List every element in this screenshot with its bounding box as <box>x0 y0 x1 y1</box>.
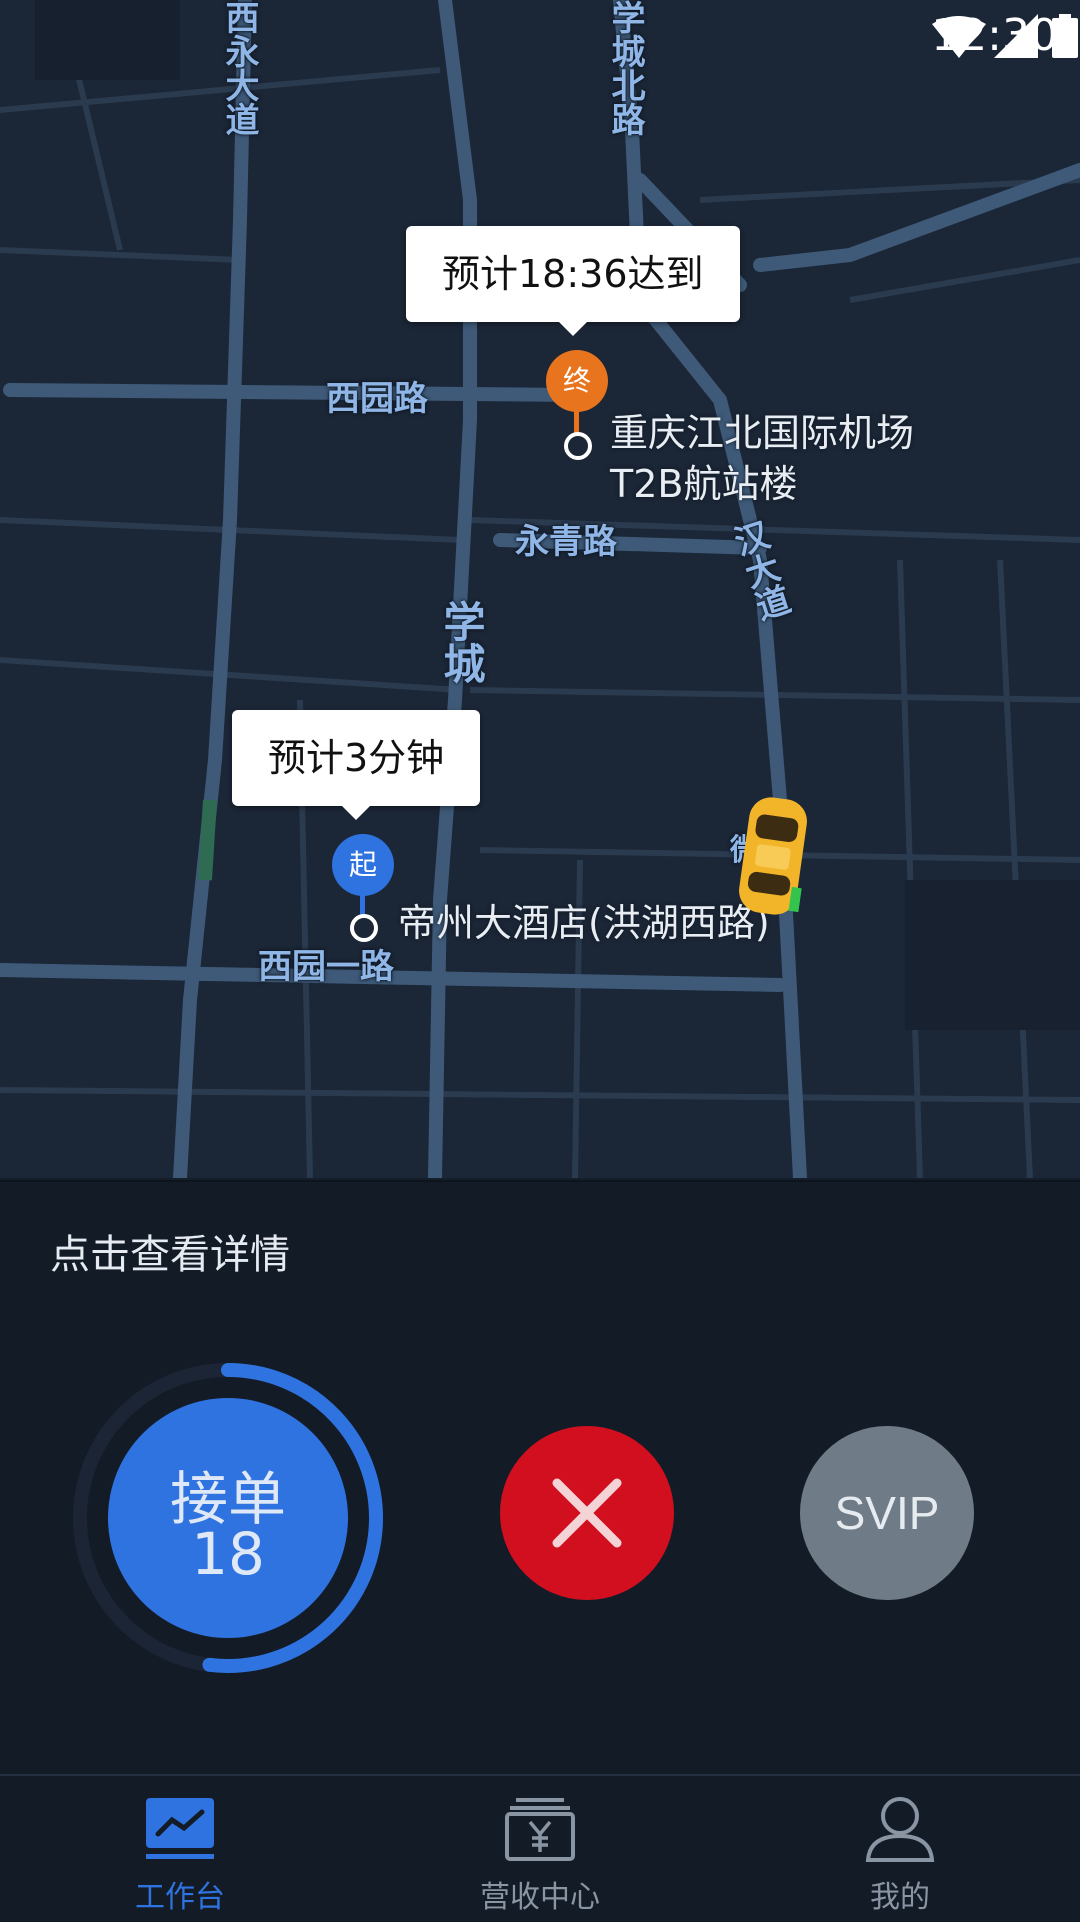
road-label-xiyuan-one: 西园一路 <box>258 947 394 987</box>
destination-pin-badge[interactable]: 终 <box>546 350 608 412</box>
pickup-dot <box>350 914 378 942</box>
pickup-pin-badge[interactable]: 起 <box>332 834 394 896</box>
pickup-name[interactable]: 帝州大酒店(洪湖西路) <box>398 898 770 949</box>
order-actions: 接单 18 SVIP <box>0 1310 1080 1774</box>
close-x-icon <box>552 1478 622 1548</box>
view-details-row[interactable]: 点击查看详情 <box>0 1180 1080 1312</box>
destination-name-line1: 重庆江北国际机场 <box>610 411 915 455</box>
map-view[interactable]: 西永大道 学城北路 西园路 永青路 学城 汉大道 西园一路 微园 预计18:36… <box>0 0 1080 1178</box>
map-roads <box>0 0 1080 1178</box>
tab-profile-label: 我的 <box>870 1880 930 1915</box>
status-time: 12:30 <box>931 10 1058 61</box>
pickup-eta-bubble: 预计3分钟 <box>232 710 481 820</box>
tab-workbench-label: 工作台 <box>135 1880 225 1915</box>
road-label-xiyuan: 西园路 <box>326 379 428 419</box>
destination-name[interactable]: 重庆江北国际机场 T2B航站楼 <box>610 408 914 511</box>
accept-order-button[interactable]: 接单 18 <box>108 1398 348 1638</box>
road-label-xuecheng: 学城 <box>437 600 486 684</box>
profile-person-icon <box>865 1797 935 1862</box>
tab-revenue-label: 营收中心 <box>480 1880 600 1915</box>
bottom-tab-bar: 工作台 营收中心 我的 <box>0 1774 1080 1922</box>
status-bar: 12:30 <box>0 0 1080 72</box>
tab-revenue[interactable]: 营收中心 <box>440 1776 640 1922</box>
svip-button[interactable]: SVIP <box>800 1426 974 1600</box>
view-details-label: 点击查看详情 <box>50 1232 290 1278</box>
road-label-yongqing: 永青路 <box>515 522 617 562</box>
workbench-chart-icon <box>146 1798 214 1859</box>
destination-pin-stem <box>574 410 579 434</box>
tab-profile[interactable]: 我的 <box>800 1776 1000 1922</box>
accept-order-count: 18 <box>191 1520 265 1588</box>
destination-dot <box>564 432 592 460</box>
destination-eta-bubble: 预计18:36达到 <box>406 226 740 336</box>
reject-order-button[interactable] <box>500 1426 674 1600</box>
destination-name-line2: T2B航站楼 <box>610 462 798 507</box>
revenue-yen-icon <box>505 1798 575 1861</box>
tab-workbench[interactable]: 工作台 <box>80 1776 280 1922</box>
accept-order-countdown: 接单 18 <box>70 1360 386 1676</box>
